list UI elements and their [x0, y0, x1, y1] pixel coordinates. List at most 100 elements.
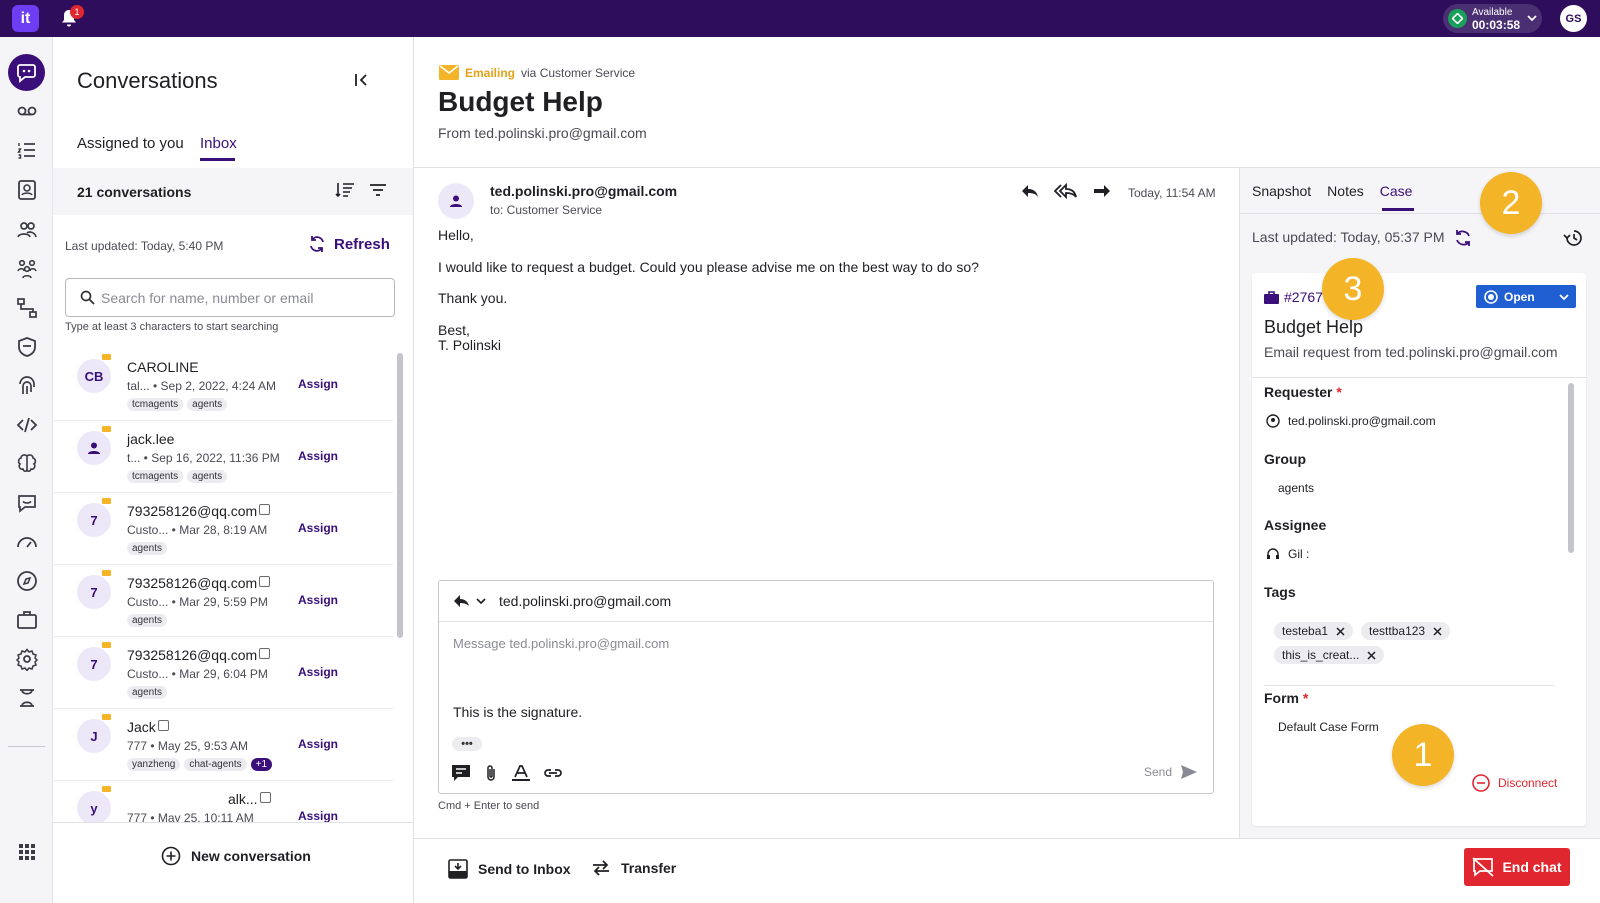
reply-mode-selector[interactable]	[453, 594, 487, 608]
tab-active-indicator	[1382, 208, 1414, 211]
remove-tag-icon[interactable]	[1367, 650, 1376, 660]
people-icon[interactable]	[15, 218, 39, 242]
tab-case[interactable]: Case	[1380, 183, 1413, 199]
list-item[interactable]: 7 793258126@qq.com Custo... • Mar 28, 8:…	[53, 493, 393, 565]
message-input[interactable]: Message ted.polinski.pro@gmail.com	[453, 636, 669, 651]
agent-icon[interactable]	[15, 686, 39, 710]
assign-button[interactable]: Assign	[298, 737, 338, 751]
remove-tag-icon[interactable]	[1433, 626, 1442, 636]
search-hint: Type at least 3 characters to start sear…	[65, 321, 279, 333]
fingerprint-icon[interactable]	[15, 374, 39, 398]
email-channel-icon	[102, 714, 111, 720]
refresh-icon	[308, 235, 326, 253]
email-channel-icon	[102, 642, 111, 648]
apps-grid-icon[interactable]	[15, 840, 39, 864]
avatar: CB	[77, 359, 111, 393]
list-item[interactable]: jack.lee t... • Sep 16, 2022, 11:36 PM A…	[53, 421, 393, 493]
requester-value[interactable]: ted.polinski.pro@gmail.com	[1266, 414, 1436, 428]
user-avatar[interactable]: GS	[1560, 5, 1587, 32]
case-subtitle: Email request from ted.polinski.pro@gmai…	[1264, 344, 1558, 360]
external-badge-icon	[259, 576, 271, 587]
email-channel-icon	[102, 426, 111, 432]
nav-conversations-active[interactable]	[8, 54, 45, 91]
required-mark: *	[1302, 690, 1309, 706]
list-item[interactable]: 7 793258126@qq.com Custo... • Mar 29, 6:…	[53, 637, 393, 709]
avatar: 7	[77, 647, 111, 681]
conversation-count-bar: 21 conversations	[53, 168, 413, 215]
assign-button[interactable]: Assign	[298, 809, 338, 823]
list-scrollbar[interactable]	[397, 353, 403, 638]
tab-inbox[interactable]: Inbox	[200, 135, 237, 152]
editor-toolbar	[451, 764, 563, 782]
transfer-button[interactable]: Transfer	[591, 859, 676, 877]
disconnect-label: Disconnect	[1498, 776, 1558, 790]
send-button[interactable]: Send	[1144, 764, 1198, 780]
conversation-title: Budget Help	[438, 86, 603, 117]
compass-icon[interactable]	[15, 569, 39, 593]
send-to-inbox-button[interactable]: Send to Inbox	[448, 859, 571, 879]
filter-icon[interactable]	[369, 182, 387, 198]
end-chat-button[interactable]: End chat	[1464, 848, 1570, 886]
canned-response-icon[interactable]	[451, 764, 471, 782]
assign-button[interactable]: Assign	[298, 377, 338, 391]
remove-tag-icon[interactable]	[1336, 626, 1345, 636]
brain-icon[interactable]	[15, 452, 39, 476]
briefcase-icon[interactable]	[15, 608, 39, 632]
collapse-panel-icon[interactable]	[353, 72, 369, 88]
forward-icon[interactable]	[1092, 183, 1112, 199]
list-icon[interactable]	[15, 138, 39, 162]
conversation-meta: Custo... • Mar 28, 8:19 AM	[127, 523, 268, 537]
refresh-button[interactable]: Refresh	[308, 235, 390, 253]
new-conversation-label: New conversation	[191, 848, 311, 864]
settings-icon[interactable]	[15, 647, 39, 671]
tab-snapshot[interactable]: Snapshot	[1252, 183, 1311, 199]
case-scrollbar[interactable]	[1568, 383, 1574, 553]
avatar	[77, 431, 111, 465]
text-format-icon[interactable]	[511, 764, 531, 782]
list-item[interactable]: 7 793258126@qq.com Custo... • Mar 29, 5:…	[53, 565, 393, 637]
sort-icon[interactable]	[335, 182, 355, 198]
reply-icon[interactable]	[1020, 183, 1040, 199]
assign-button[interactable]: Assign	[298, 521, 338, 535]
list-item[interactable]: CB CAROLINE tal... • Sep 2, 2022, 4:24 A…	[53, 349, 393, 421]
reply-all-icon[interactable]	[1054, 183, 1078, 199]
code-icon[interactable]	[15, 413, 39, 437]
tag-chip: yanzheng	[127, 758, 181, 771]
more-tags-badge[interactable]: +1	[250, 758, 273, 771]
email-channel-icon	[102, 498, 111, 504]
reply-editor: ted.polinski.pro@gmail.com Message ted.p…	[438, 580, 1214, 794]
reply-to-address[interactable]: ted.polinski.pro@gmail.com	[499, 593, 671, 609]
tag-chip: this_is_creat...	[1274, 646, 1385, 664]
tab-assigned-to-you[interactable]: Assigned to you	[77, 135, 184, 152]
sync-icon[interactable]	[1453, 229, 1473, 247]
tag-list: yanzheng chat-agents +1	[127, 758, 273, 771]
list-item[interactable]: y alk... 777 • May 25, 10:11 AM Assign	[53, 781, 393, 823]
agent-status-selector[interactable]: Available 00:03:58	[1443, 4, 1542, 33]
contacts-icon[interactable]	[15, 178, 39, 202]
link-icon[interactable]	[543, 764, 563, 782]
group-value[interactable]: agents	[1278, 481, 1314, 495]
shield-icon[interactable]	[15, 335, 39, 359]
message-actions	[1020, 183, 1112, 199]
show-more-button[interactable]: •••	[452, 737, 482, 751]
form-value[interactable]: Default Case Form	[1278, 720, 1379, 734]
app-logo[interactable]: it	[12, 5, 39, 32]
assign-button[interactable]: Assign	[298, 665, 338, 679]
list-item[interactable]: J Jack 777 • May 25, 9:53 AM Assign yanz…	[53, 709, 393, 781]
team-icon[interactable]	[15, 257, 39, 281]
assignee-value[interactable]: Gil :	[1266, 547, 1309, 561]
tab-notes[interactable]: Notes	[1327, 183, 1364, 199]
history-icon[interactable]	[1563, 229, 1583, 247]
voicemail-icon[interactable]	[15, 99, 39, 123]
case-status-dropdown[interactable]: Open	[1476, 285, 1576, 308]
assign-button[interactable]: Assign	[298, 449, 338, 463]
disconnect-button[interactable]: Disconnect	[1472, 774, 1557, 792]
speed-icon[interactable]	[15, 530, 39, 554]
attachment-icon[interactable]	[483, 764, 499, 782]
assign-button[interactable]: Assign	[298, 593, 338, 607]
flow-icon[interactable]	[15, 296, 39, 320]
transfer-icon	[591, 859, 611, 877]
search-input[interactable]	[101, 279, 391, 316]
chat-bot-icon[interactable]	[15, 491, 39, 515]
new-conversation-button[interactable]: New conversation	[161, 846, 311, 866]
